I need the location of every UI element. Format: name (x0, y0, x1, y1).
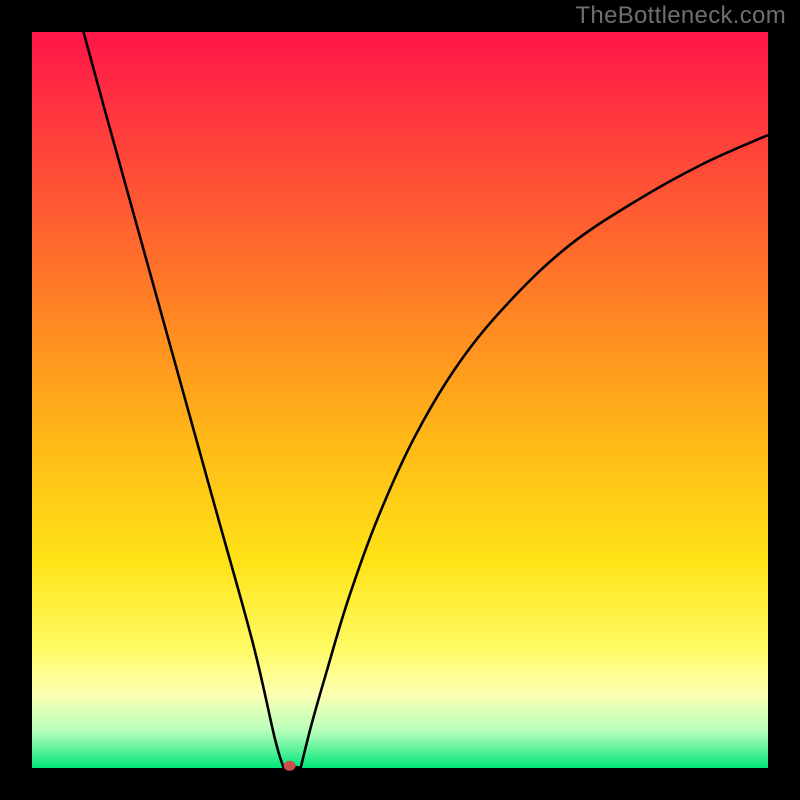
watermark-text: TheBottleneck.com (575, 2, 786, 30)
bottleneck-curve (32, 32, 768, 768)
curve-path (84, 32, 768, 772)
chart-frame: TheBottleneck.com (0, 0, 800, 800)
plot-area (32, 32, 768, 768)
minimum-marker (284, 761, 296, 771)
